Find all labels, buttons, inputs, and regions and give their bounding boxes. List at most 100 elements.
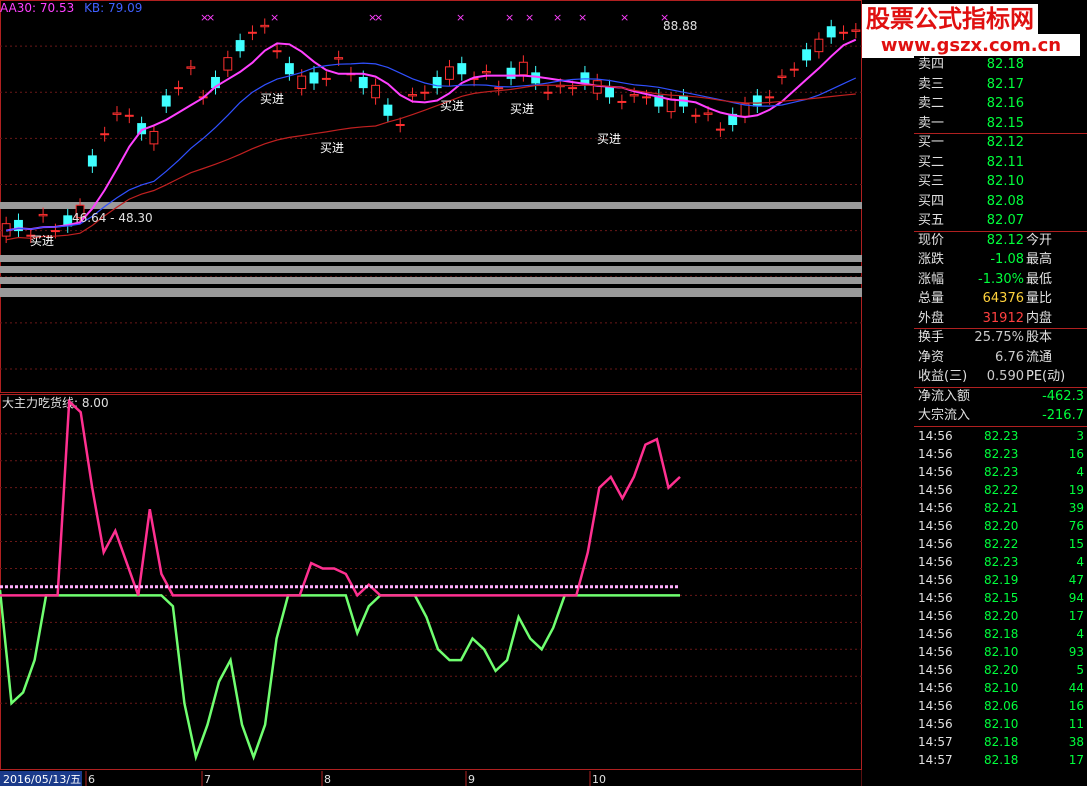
stat-row-extra: 量比	[1026, 291, 1053, 306]
candle-body	[518, 61, 528, 76]
indicator-series-line	[0, 398, 681, 598]
ask-row-value: 82.18	[986, 57, 1024, 72]
ask-row: 卖四 82.18	[914, 56, 1087, 74]
bid-row-value: 82.10	[986, 174, 1024, 189]
tick-time: 14:56	[918, 464, 953, 479]
stat-row-label: 总量	[918, 291, 945, 306]
price-band	[0, 202, 862, 209]
candle-body	[826, 26, 836, 38]
buy-signal-label: 买进	[440, 99, 464, 113]
month-label: 7	[204, 773, 211, 786]
tick-row: 14:56 82.20 5	[914, 661, 1087, 679]
stat-row: 现价 82.12 今开	[914, 232, 1087, 250]
candle-body	[457, 63, 467, 75]
candle-body	[38, 213, 48, 217]
tick-row: 14:56 82.20 76	[914, 517, 1087, 535]
signal-marker: ×	[505, 11, 514, 24]
tick-time: 14:57	[918, 752, 953, 767]
candle-body	[568, 87, 578, 90]
candle-body	[112, 112, 122, 115]
stat-row: 涨幅 -1.30% 最低	[914, 271, 1087, 289]
candle-body	[149, 130, 159, 145]
stat-row-label: 现价	[918, 232, 945, 248]
candle-body	[691, 114, 701, 117]
tick-row: 14:57 82.18 17	[914, 751, 1087, 769]
candle-body	[50, 230, 60, 233]
bid-row: 买五 82.07	[914, 212, 1087, 230]
price-band	[0, 277, 862, 284]
candle-body	[87, 155, 97, 167]
tick-volume: 15	[1068, 536, 1084, 551]
signal-marker: ×	[374, 11, 383, 24]
bid-row-value: 82.11	[986, 154, 1024, 170]
candle-body	[420, 91, 430, 94]
tick-time: 14:56	[918, 446, 953, 461]
candle-body	[506, 67, 516, 79]
ma30-label: AA30: 70.53	[0, 1, 75, 15]
stat-row-extra: 内盘	[1026, 310, 1053, 326]
tick-row: 14:56 82.23 3	[914, 427, 1087, 445]
ask-row-value: 82.15	[986, 115, 1024, 131]
candle-body	[851, 29, 861, 32]
tick-price: 82.10	[984, 716, 1019, 731]
candle-body	[789, 68, 799, 71]
stat-row-label: 涨幅	[918, 271, 945, 287]
tick-price: 82.15	[984, 590, 1019, 605]
ask-row-label: 卖一	[918, 115, 945, 131]
ask-row: 卖二 82.16	[914, 95, 1087, 113]
candle-body	[358, 76, 368, 89]
stat-row: 外盘 31912 内盘	[914, 310, 1087, 328]
candle-body	[186, 66, 196, 69]
candle-body	[580, 72, 590, 84]
tick-time: 14:56	[918, 518, 953, 533]
tick-volume: 16	[1068, 698, 1084, 713]
candle-body	[605, 86, 614, 98]
stat-row-value: 6.76	[995, 349, 1024, 365]
candle-body	[223, 57, 233, 71]
chart-area[interactable]: 80.0070.0060.0050.0040.0030.0020.0010.00…	[0, 0, 862, 786]
tick-row: 14:56 82.23 16	[914, 445, 1087, 463]
bid-row: 买二 82.11	[914, 154, 1087, 172]
indicator-frame	[0, 394, 862, 770]
buy-signal-label: 买进	[510, 102, 534, 116]
tick-volume: 17	[1068, 752, 1084, 767]
candle-body	[100, 133, 110, 136]
stat-row-extra: 流通	[1026, 349, 1053, 365]
candle-body	[334, 57, 344, 60]
site-logo: 股票公式指标网	[862, 4, 1038, 34]
signal-marker: ×	[456, 11, 465, 24]
buy-signal-label: 买进	[320, 141, 344, 155]
flow-value: -216.7	[1042, 408, 1084, 423]
tick-time: 14:56	[918, 716, 953, 731]
ask-row-label: 卖二	[918, 96, 945, 111]
stat-row-value: 64376	[982, 291, 1024, 306]
flow-value: -462.3	[1042, 388, 1084, 404]
tick-price: 82.20	[984, 608, 1019, 623]
indicator-legend: AA30: 70.53 KB: 79.09	[0, 0, 142, 16]
tick-time: 14:56	[918, 680, 953, 695]
tick-price: 82.23	[984, 554, 1019, 569]
candle-body	[642, 96, 651, 99]
stat-row-label: 涨跌	[918, 252, 945, 267]
signal-marker: ×	[270, 11, 279, 24]
stat-row: 总量 64376 量比	[914, 290, 1087, 308]
flow-row: 大宗流入 -216.7	[914, 407, 1087, 425]
buy-signal-label: 买进	[597, 132, 621, 146]
tick-time: 14:56	[918, 608, 953, 623]
stat-row-value: 31912	[982, 310, 1024, 326]
tick-volume: 93	[1068, 644, 1084, 659]
stat-row: 涨跌 -1.08 最高	[914, 251, 1087, 269]
candle-body	[765, 96, 775, 99]
candle-body	[248, 31, 257, 34]
candle-body	[629, 94, 639, 97]
tick-volume: 5	[1076, 662, 1084, 677]
tick-time: 14:56	[918, 554, 953, 569]
tick-price: 82.10	[984, 644, 1019, 659]
tick-row: 14:56 82.23 4	[914, 463, 1087, 481]
ask-row-value: 82.17	[986, 76, 1024, 92]
candle-body	[260, 24, 270, 28]
tick-price: 82.18	[984, 752, 1019, 767]
tick-time: 14:56	[918, 644, 953, 659]
site-url: www.gszx.com.cn	[862, 34, 1080, 58]
tick-volume: 16	[1068, 446, 1084, 461]
